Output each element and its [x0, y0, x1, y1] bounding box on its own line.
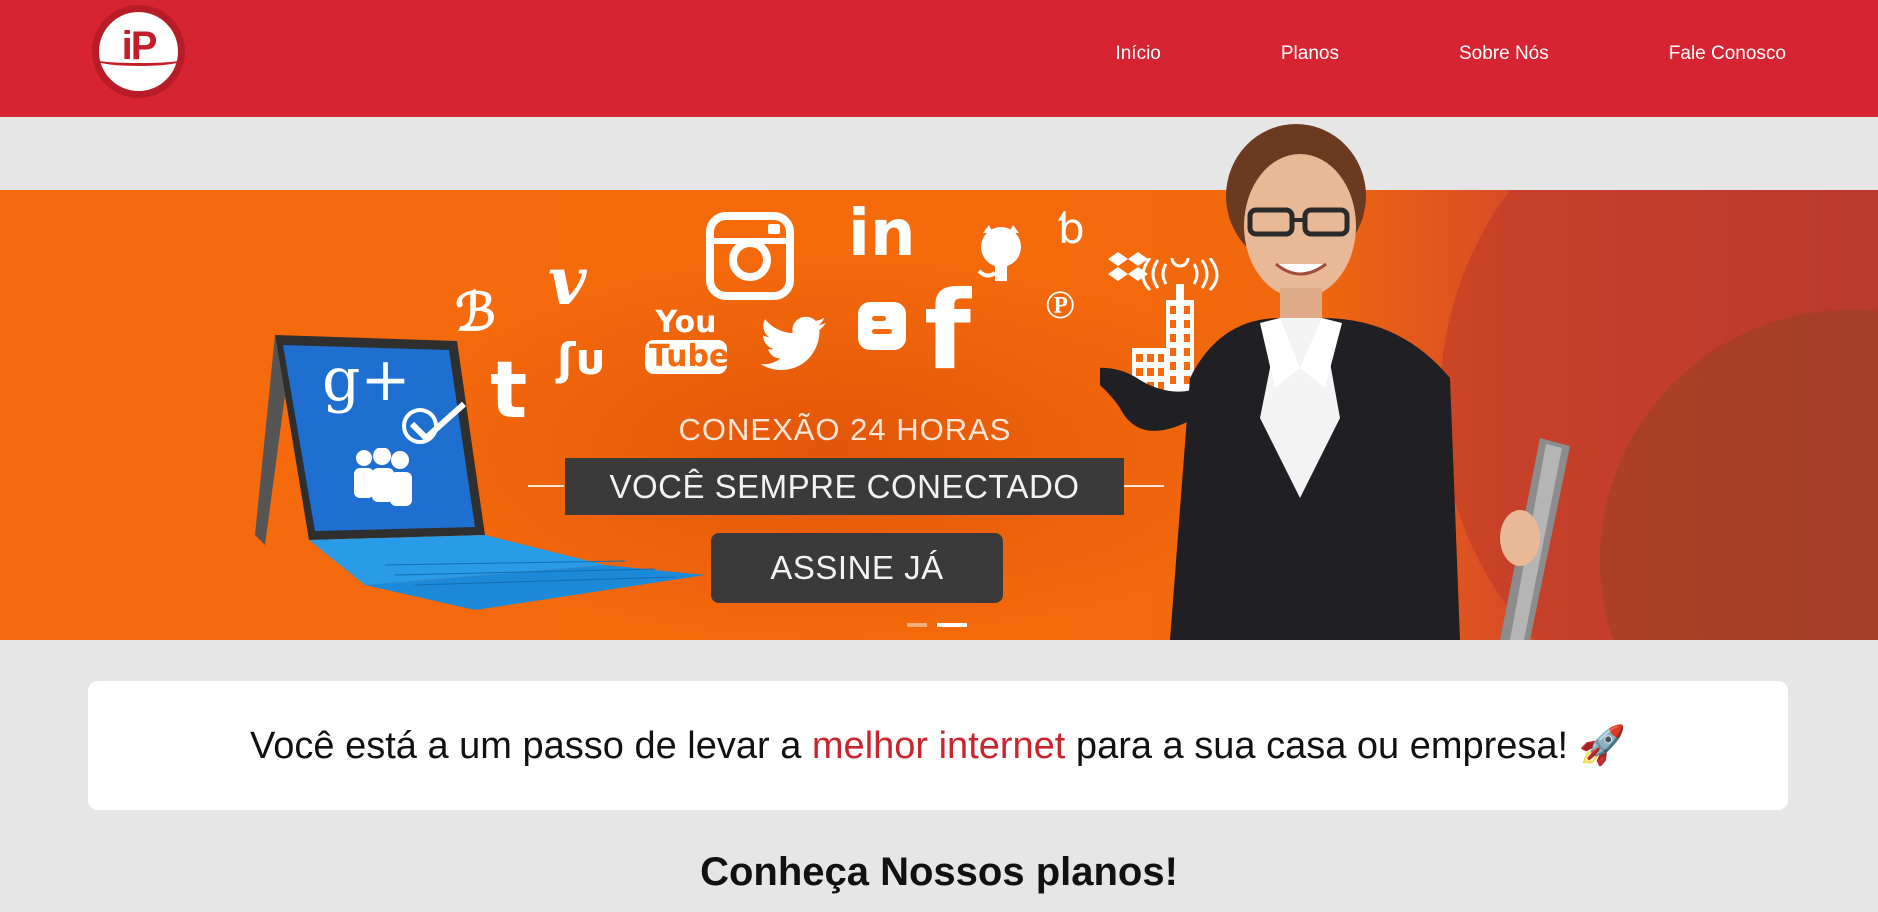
myspace-icon	[354, 448, 412, 506]
logo[interactable]: iP	[92, 5, 185, 98]
nav-item-sobre-nos[interactable]: Sobre Nós	[1459, 43, 1549, 65]
tagline-divider-left	[528, 485, 564, 487]
banner-headline: VOCÊ SEMPRE CONECTADO	[565, 458, 1124, 515]
logo-badge: iP	[93, 12, 185, 91]
intro-text: Você está a um passo de levar a melhor i…	[250, 724, 1626, 768]
vimeo-icon: v	[548, 242, 587, 320]
intro-text-before: Você está a um passo de levar a	[250, 724, 812, 767]
woman-photo	[1100, 124, 1570, 640]
github-icon	[977, 225, 1021, 281]
main-nav: Início Planos Sobre Nós Fale Conosco	[1115, 0, 1786, 107]
intro-text-after: para a sua casa ou empresa!	[1065, 724, 1579, 767]
pinterest-icon: ℗	[1045, 281, 1075, 328]
carousel-indicators	[907, 623, 967, 627]
intro-text-highlight: melhor internet	[811, 724, 1066, 767]
rocket-icon: 🚀	[1578, 724, 1626, 767]
logo-text: iP	[121, 24, 158, 68]
twitter-icon	[760, 316, 826, 370]
nav-item-fale-conosco[interactable]: Fale Conosco	[1669, 43, 1786, 65]
banner-tagline: CONEXÃO 24 HORAS	[678, 412, 1012, 447]
instagram-icon	[706, 212, 794, 300]
youtube-you-text: You	[655, 305, 717, 340]
site-header: iP Início Planos Sobre Nós Fale Conosco	[0, 0, 1878, 117]
behance-icon: ƅ	[1058, 204, 1085, 253]
facebook-icon: f	[924, 269, 971, 394]
checkmark-icon	[402, 401, 467, 444]
blogger-b-icon	[858, 302, 906, 350]
carousel-dot-2[interactable]	[937, 623, 967, 627]
nav-item-planos[interactable]: Planos	[1281, 43, 1339, 65]
nav-item-inicio[interactable]: Início	[1115, 43, 1160, 65]
plans-title: Conheça Nossos planos!	[700, 850, 1178, 894]
subscribe-button[interactable]: ASSINE JÁ	[711, 533, 1003, 603]
carousel-dot-1[interactable]	[907, 623, 927, 627]
linkedin-icon: in	[848, 197, 916, 271]
blogger-icon: ℬ	[455, 282, 496, 343]
intro-card: Você está a um passo de levar a melhor i…	[88, 681, 1788, 810]
